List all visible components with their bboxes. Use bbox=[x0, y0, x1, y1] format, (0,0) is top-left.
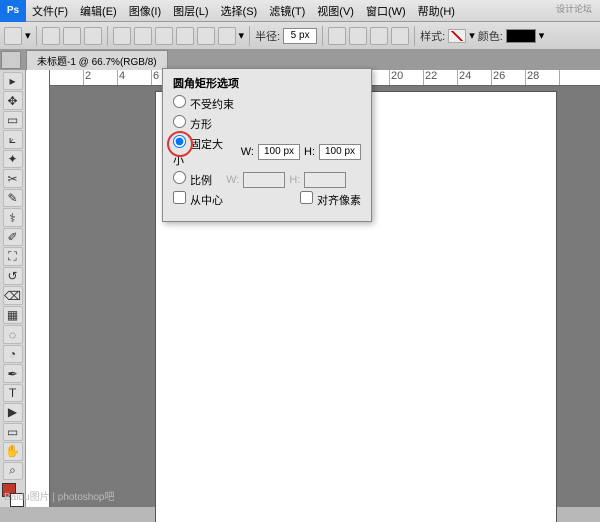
zoom-tool-icon[interactable]: ⌕ bbox=[3, 462, 23, 480]
separator-icon bbox=[249, 26, 250, 46]
watermark-bottom: Baidu图片 | photoshop吧 bbox=[4, 488, 114, 503]
options-bar: ▾ ▾ 半径: 样式: ▾ 颜色: ▾ bbox=[0, 22, 600, 50]
menu-edit[interactable]: 编辑(E) bbox=[74, 3, 123, 19]
menu-select[interactable]: 选择(S) bbox=[215, 3, 264, 19]
style-none-icon[interactable] bbox=[448, 29, 466, 43]
eyedropper-tool-icon[interactable]: ✎ bbox=[3, 189, 23, 207]
collapse-icon[interactable] bbox=[1, 51, 21, 69]
heal-tool-icon[interactable]: ⚕ bbox=[3, 208, 23, 226]
menu-view[interactable]: 视图(V) bbox=[311, 3, 360, 19]
dropdown-icon[interactable]: ▾ bbox=[239, 29, 245, 42]
dropdown-icon[interactable]: ▾ bbox=[539, 29, 545, 42]
ratio-h-input bbox=[304, 172, 346, 188]
lasso-tool-icon[interactable]: ⟀ bbox=[3, 130, 23, 148]
crop-tool-icon[interactable]: ✂ bbox=[3, 169, 23, 187]
width-label-disabled: W: bbox=[226, 174, 239, 186]
type-tool-icon[interactable]: T bbox=[3, 384, 23, 402]
document-tab-bar: 未标题-1 @ 66.7%(RGB/8) bbox=[0, 50, 600, 70]
hand-tool-icon[interactable]: ✋ bbox=[3, 442, 23, 460]
separator-icon bbox=[322, 26, 323, 46]
history-brush-tool-icon[interactable]: ↺ bbox=[3, 267, 23, 285]
width-input[interactable] bbox=[258, 144, 300, 160]
shape-tool-preset-icon[interactable] bbox=[4, 27, 22, 45]
toolbox: ▸ ✥ ▭ ⟀ ✦ ✂ ✎ ⚕ ✐ ⛶ ↺ ⌫ ▦ ◌ ◔ ✒ T ▶ ▭ ✋ … bbox=[0, 70, 26, 507]
menu-file[interactable]: 文件(F) bbox=[26, 3, 74, 19]
dodge-tool-icon[interactable]: ◔ bbox=[3, 345, 23, 363]
option-proportional[interactable]: 比例 bbox=[173, 171, 212, 188]
color-swatch[interactable] bbox=[506, 29, 536, 43]
menu-image[interactable]: 图像(I) bbox=[123, 3, 167, 19]
checkbox-snap-pixels[interactable]: 对齐像素 bbox=[300, 191, 361, 208]
stamp-tool-icon[interactable]: ⛶ bbox=[3, 247, 23, 265]
dropdown-icon[interactable]: ▾ bbox=[469, 29, 475, 42]
menu-filter[interactable]: 滤镜(T) bbox=[263, 3, 311, 19]
radius-label: 半径: bbox=[255, 28, 280, 44]
menu-window[interactable]: 窗口(W) bbox=[360, 3, 412, 19]
marquee-tool-icon[interactable]: ▭ bbox=[3, 111, 23, 129]
height-label: H: bbox=[304, 146, 315, 158]
roundrect-shape-icon[interactable] bbox=[134, 27, 152, 45]
blur-tool-icon[interactable]: ◌ bbox=[3, 325, 23, 343]
vertical-ruler bbox=[26, 70, 50, 507]
option-square[interactable]: 方形 bbox=[173, 115, 212, 132]
height-input[interactable] bbox=[319, 144, 361, 160]
custom-shape-icon[interactable] bbox=[218, 27, 236, 45]
document-tab[interactable]: 未标题-1 @ 66.7%(RGB/8) bbox=[26, 50, 168, 70]
gradient-tool-icon[interactable]: ▦ bbox=[3, 306, 23, 324]
combine-intersect-icon[interactable] bbox=[370, 27, 388, 45]
width-label: W: bbox=[241, 146, 254, 158]
rect-shape-icon[interactable] bbox=[113, 27, 131, 45]
menu-layer[interactable]: 图层(L) bbox=[167, 3, 214, 19]
radius-input[interactable] bbox=[283, 28, 317, 44]
shape-options-popup: 圆角矩形选项 不受约束 方形 固定大小 W: H: 比例 W: H: 从中心 对… bbox=[162, 68, 372, 222]
combine-exclude-icon[interactable] bbox=[391, 27, 409, 45]
combine-add-icon[interactable] bbox=[328, 27, 346, 45]
checkbox-from-center[interactable]: 从中心 bbox=[173, 191, 223, 208]
move-tool-icon[interactable]: ✥ bbox=[3, 91, 23, 109]
popup-title: 圆角矩形选项 bbox=[173, 75, 361, 91]
color-label: 颜色: bbox=[478, 28, 503, 44]
handle-icon[interactable]: ▸ bbox=[3, 72, 23, 90]
option-unconstrained[interactable]: 不受约束 bbox=[173, 95, 234, 112]
menu-bar: Ps 文件(F) 编辑(E) 图像(I) 图层(L) 选择(S) 滤镜(T) 视… bbox=[0, 0, 600, 22]
brush-tool-icon[interactable]: ✐ bbox=[3, 228, 23, 246]
wand-tool-icon[interactable]: ✦ bbox=[3, 150, 23, 168]
separator-icon bbox=[414, 26, 415, 46]
style-label: 样式: bbox=[420, 28, 445, 44]
fill-mode-icon[interactable] bbox=[84, 27, 102, 45]
dropdown-icon[interactable]: ▾ bbox=[25, 29, 31, 42]
combine-subtract-icon[interactable] bbox=[349, 27, 367, 45]
pen-tool-icon[interactable]: ✒ bbox=[3, 364, 23, 382]
menu-help[interactable]: 帮助(H) bbox=[412, 3, 461, 19]
path-mode-icon[interactable] bbox=[63, 27, 81, 45]
shape-mode-icon[interactable] bbox=[42, 27, 60, 45]
eraser-tool-icon[interactable]: ⌫ bbox=[3, 286, 23, 304]
app-logo: Ps bbox=[0, 0, 26, 22]
line-shape-icon[interactable] bbox=[197, 27, 215, 45]
separator-icon bbox=[36, 26, 37, 46]
separator-icon bbox=[107, 26, 108, 46]
shape-tool-icon[interactable]: ▭ bbox=[3, 423, 23, 441]
watermark-top: 设计论坛 bbox=[556, 2, 592, 15]
polygon-shape-icon[interactable] bbox=[176, 27, 194, 45]
ellipse-shape-icon[interactable] bbox=[155, 27, 173, 45]
ratio-w-input bbox=[243, 172, 285, 188]
option-fixed-size[interactable]: 固定大小 bbox=[173, 135, 227, 168]
path-select-tool-icon[interactable]: ▶ bbox=[3, 403, 23, 421]
height-label-disabled: H: bbox=[289, 174, 300, 186]
